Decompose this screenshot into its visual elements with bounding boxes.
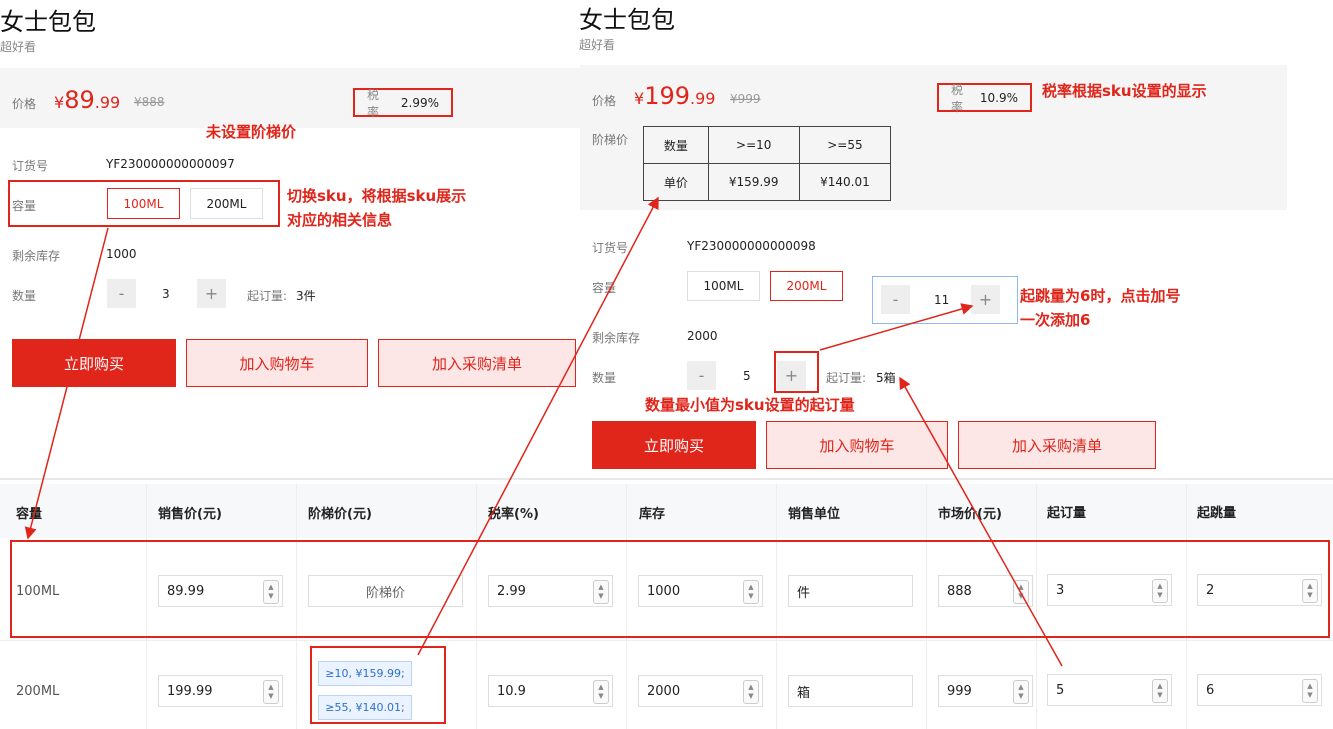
arrow-moq-to-qty (899, 376, 1063, 667)
annotation-arrows (24, 196, 1063, 667)
arrow-sku-to-row (24, 227, 109, 540)
arrow-tier-to-table (417, 196, 659, 656)
arrow-plus-to-popup (819, 303, 974, 351)
